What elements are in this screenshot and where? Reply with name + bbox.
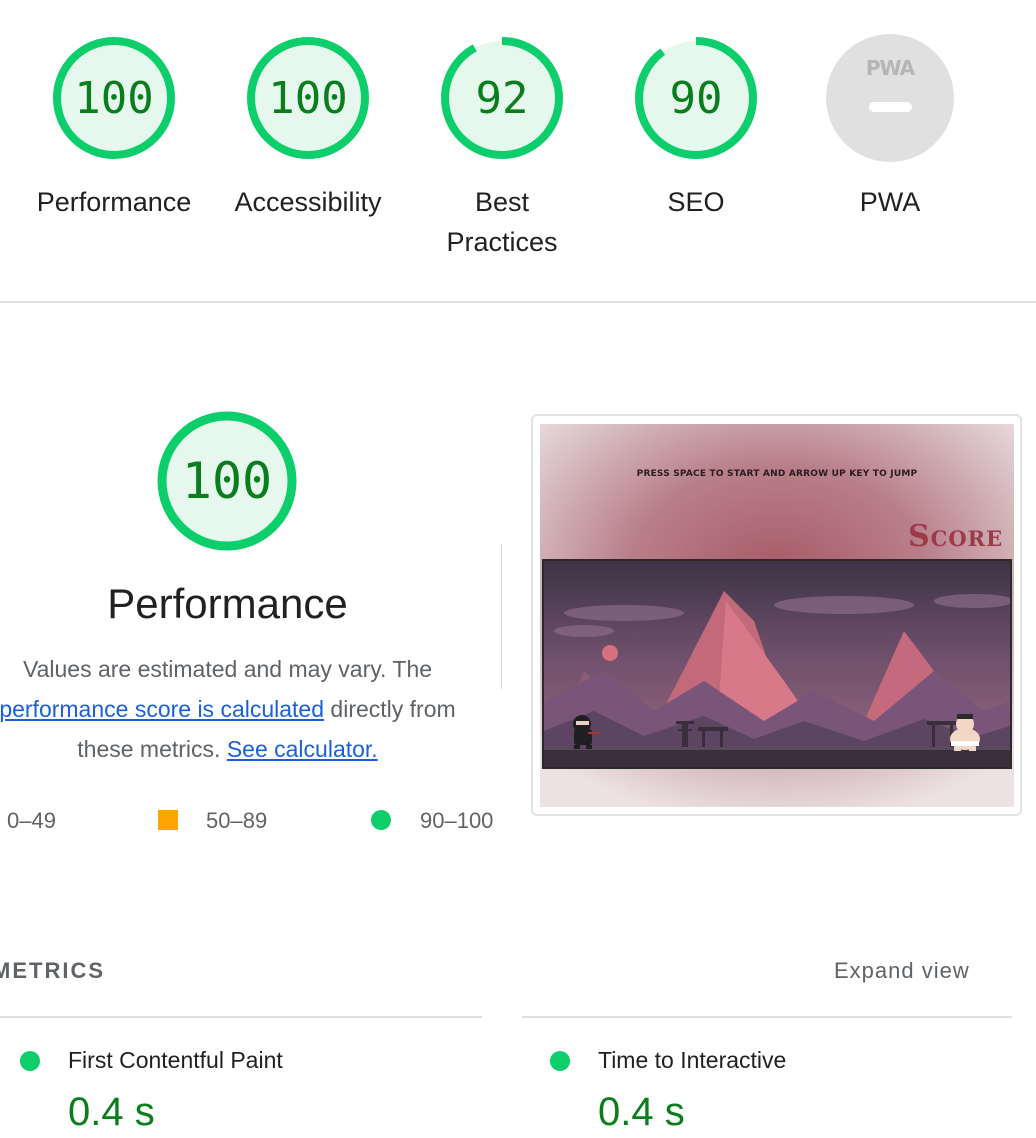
gauge-pwa[interactable]: PWA <box>826 34 954 162</box>
gauge-label-accessibility: Accessibility <box>234 187 382 217</box>
section-divider <box>0 301 1036 303</box>
metric-name-fcp: First Contentful Paint <box>68 1047 283 1073</box>
gauge-score: 100 <box>268 72 348 124</box>
metric-value-fcp: 0.4 s <box>68 1090 155 1134</box>
gauge-label-best-practices: Best Practices <box>446 187 558 257</box>
metric-value-tti: 0.4 s <box>598 1090 685 1134</box>
mountain-landscape <box>544 561 1010 767</box>
legend-fail: 0–49 <box>7 808 56 833</box>
gauge-score: 90 <box>669 72 723 124</box>
gauge-score: 100 <box>74 72 154 124</box>
pass-dot-icon <box>550 1051 570 1071</box>
performance-description: Values are estimated and may vary. The p… <box>0 649 485 769</box>
gauge-score: 92 <box>475 72 529 124</box>
performance-gauge: 100 <box>154 408 300 554</box>
gauge-label-pwa: PWA <box>859 187 921 217</box>
metric-name-tti: Time to Interactive <box>598 1047 787 1073</box>
pwa-logo-icon: PWA <box>865 56 915 80</box>
pass-dot-icon <box>371 810 391 830</box>
see-calculator-link[interactable]: See calculator. <box>227 736 378 762</box>
expand-view-toggle[interactable]: Expand view <box>834 958 970 984</box>
gauge-accessibility[interactable]: 100 <box>243 33 373 163</box>
performance-title: Performance <box>107 580 348 627</box>
game-score: Score 00 <box>908 519 1014 554</box>
gauge-label-seo: SEO <box>667 187 725 217</box>
gauge-best-practices[interactable]: 92 <box>437 33 567 163</box>
pass-dot-icon <box>20 1051 40 1071</box>
description-text: Values are estimated and may vary. The <box>22 656 433 682</box>
metrics-heading: METRICS <box>0 958 105 983</box>
pwa-dash-icon <box>869 102 912 112</box>
legend-pass: 90–100 <box>420 808 494 833</box>
gauge-label-performance: Performance <box>36 187 192 217</box>
game-start-message: PRESS SPACE TO START AND ARROW UP KEY TO… <box>636 469 918 479</box>
legend-average: 50–89 <box>206 808 268 833</box>
score-text: Score <box>908 519 1004 554</box>
gauge-performance[interactable]: 100 <box>49 33 179 163</box>
game-scene <box>542 559 1012 769</box>
score-calculated-link[interactable]: performance score is calculated <box>0 696 324 722</box>
final-screenshot: PRESS SPACE TO START AND ARROW UP KEY TO… <box>540 424 1014 807</box>
average-square-icon <box>158 810 178 830</box>
performance-score: 100 <box>181 452 273 510</box>
vertical-separator <box>501 544 502 689</box>
gauge-seo[interactable]: 90 <box>631 33 761 163</box>
metrics-divider <box>522 1016 1012 1018</box>
metrics-divider <box>0 1016 482 1018</box>
